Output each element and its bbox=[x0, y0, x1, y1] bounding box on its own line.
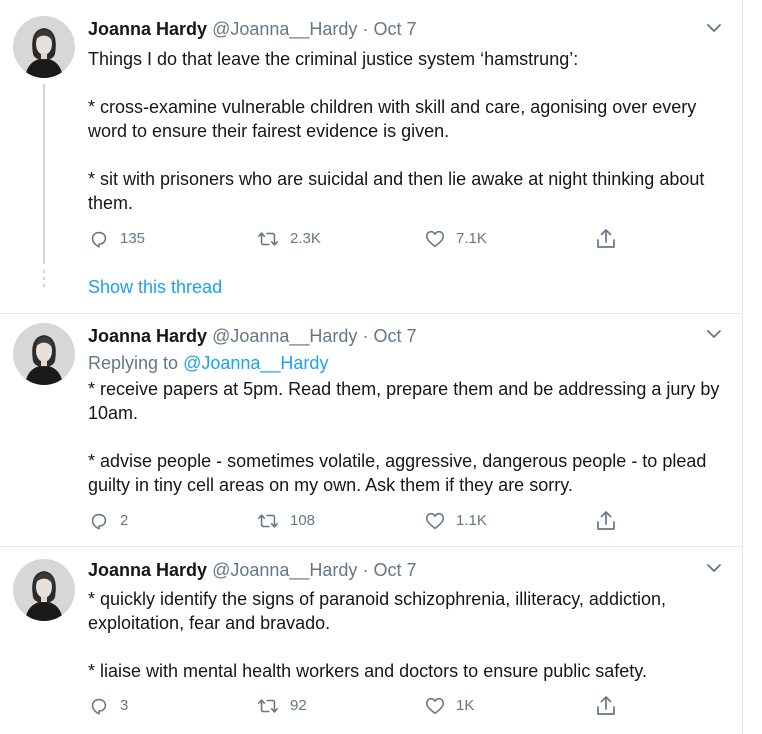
tweet-actions: 135 2.3K 7.1K bbox=[0, 227, 742, 251]
tweet-3[interactable]: Joanna Hardy @Joanna__Hardy · Oct 7 * qu… bbox=[0, 547, 742, 734]
retweet-icon bbox=[258, 232, 278, 246]
reply-icon bbox=[91, 513, 107, 530]
share-button[interactable] bbox=[594, 694, 618, 718]
like-icon bbox=[425, 230, 445, 248]
user-handle[interactable]: @Joanna__Hardy bbox=[212, 326, 357, 346]
retweet-icon bbox=[258, 514, 278, 528]
reply-count: 3 bbox=[120, 697, 129, 714]
share-button[interactable] bbox=[594, 509, 618, 533]
replying-to-label: Replying to bbox=[88, 353, 179, 373]
like-count: 7.1K bbox=[456, 230, 487, 247]
avatar[interactable] bbox=[13, 559, 75, 621]
retweet-icon bbox=[258, 699, 278, 713]
like-button[interactable]: 7.1K bbox=[424, 227, 487, 251]
tweet-1[interactable]: Joanna Hardy @Joanna__Hardy · Oct 7 Thin… bbox=[0, 0, 742, 320]
reply-button[interactable]: 135 bbox=[88, 227, 145, 251]
tweet-line: * receive papers at 5pm. Read them, prep… bbox=[88, 379, 720, 423]
tweet-date[interactable]: Oct 7 bbox=[373, 19, 416, 39]
retweet-count: 2.3K bbox=[290, 230, 321, 247]
tweet-text: * quickly identify the signs of paranoid… bbox=[88, 587, 728, 683]
share-icon bbox=[597, 696, 615, 715]
separator-dot: · bbox=[362, 326, 369, 346]
tweet-2[interactable]: Joanna Hardy @Joanna__Hardy · Oct 7 Repl… bbox=[0, 314, 742, 546]
tweet-line: * sit with prisoners who are suicidal an… bbox=[88, 169, 705, 213]
tweet-date[interactable]: Oct 7 bbox=[373, 560, 416, 580]
reply-count: 2 bbox=[120, 512, 129, 529]
reply-button[interactable]: 2 bbox=[88, 509, 128, 533]
like-icon bbox=[425, 512, 445, 530]
tweet-line: Things I do that leave the criminal just… bbox=[88, 49, 579, 69]
replying-to-handle[interactable]: @Joanna__Hardy bbox=[183, 353, 328, 373]
tweet-text: Things I do that leave the criminal just… bbox=[88, 47, 728, 215]
avatar[interactable] bbox=[13, 16, 75, 78]
chevron-down-icon[interactable] bbox=[706, 560, 722, 576]
replying-to: Replying to @Joanna__Hardy bbox=[88, 352, 328, 374]
reply-icon bbox=[91, 698, 107, 715]
like-icon bbox=[425, 697, 445, 715]
retweet-button[interactable]: 108 bbox=[256, 509, 315, 533]
column-border bbox=[742, 0, 743, 734]
separator-dot: · bbox=[362, 560, 369, 580]
show-thread-link[interactable]: Show this thread bbox=[88, 276, 222, 298]
like-count: 1K bbox=[456, 697, 475, 714]
like-count: 1.1K bbox=[456, 512, 487, 529]
like-button[interactable]: 1K bbox=[424, 694, 474, 718]
retweet-button[interactable]: 92 bbox=[256, 694, 307, 718]
retweet-count: 92 bbox=[290, 697, 307, 714]
thread-continuation bbox=[43, 270, 45, 291]
tweet-actions: 3 92 1K bbox=[0, 694, 742, 718]
chevron-down-icon[interactable] bbox=[706, 20, 722, 36]
tweet-line: * liaise with mental health workers and … bbox=[88, 661, 647, 681]
tweet-text: * receive papers at 5pm. Read them, prep… bbox=[88, 377, 728, 497]
tweet-actions: 2 108 1.1K bbox=[0, 509, 742, 533]
tweet-line: * advise people - sometimes volatile, ag… bbox=[88, 451, 707, 495]
user-handle[interactable]: @Joanna__Hardy bbox=[212, 560, 357, 580]
like-button[interactable]: 1.1K bbox=[424, 509, 487, 533]
tweet-header: Joanna Hardy @Joanna__Hardy · Oct 7 bbox=[88, 18, 416, 40]
tweet-header: Joanna Hardy @Joanna__Hardy · Oct 7 bbox=[88, 325, 416, 347]
retweet-button[interactable]: 2.3K bbox=[256, 227, 321, 251]
retweet-count: 108 bbox=[290, 512, 316, 529]
display-name[interactable]: Joanna Hardy bbox=[88, 326, 207, 346]
share-button[interactable] bbox=[594, 227, 618, 251]
display-name[interactable]: Joanna Hardy bbox=[88, 19, 207, 39]
reply-icon bbox=[91, 231, 107, 248]
tweet-line: * cross-examine vulnerable children with… bbox=[88, 97, 697, 141]
tweet-line: * quickly identify the signs of paranoid… bbox=[88, 589, 666, 633]
reply-count: 135 bbox=[120, 230, 146, 247]
display-name[interactable]: Joanna Hardy bbox=[88, 560, 207, 580]
separator-dot: · bbox=[362, 19, 369, 39]
tweet-date[interactable]: Oct 7 bbox=[373, 326, 416, 346]
tweet-header: Joanna Hardy @Joanna__Hardy · Oct 7 bbox=[88, 559, 416, 581]
chevron-down-icon[interactable] bbox=[706, 326, 722, 342]
avatar[interactable] bbox=[13, 323, 75, 385]
share-icon bbox=[597, 511, 615, 530]
reply-button[interactable]: 3 bbox=[88, 694, 128, 718]
user-handle[interactable]: @Joanna__Hardy bbox=[212, 19, 357, 39]
share-icon bbox=[597, 229, 615, 248]
